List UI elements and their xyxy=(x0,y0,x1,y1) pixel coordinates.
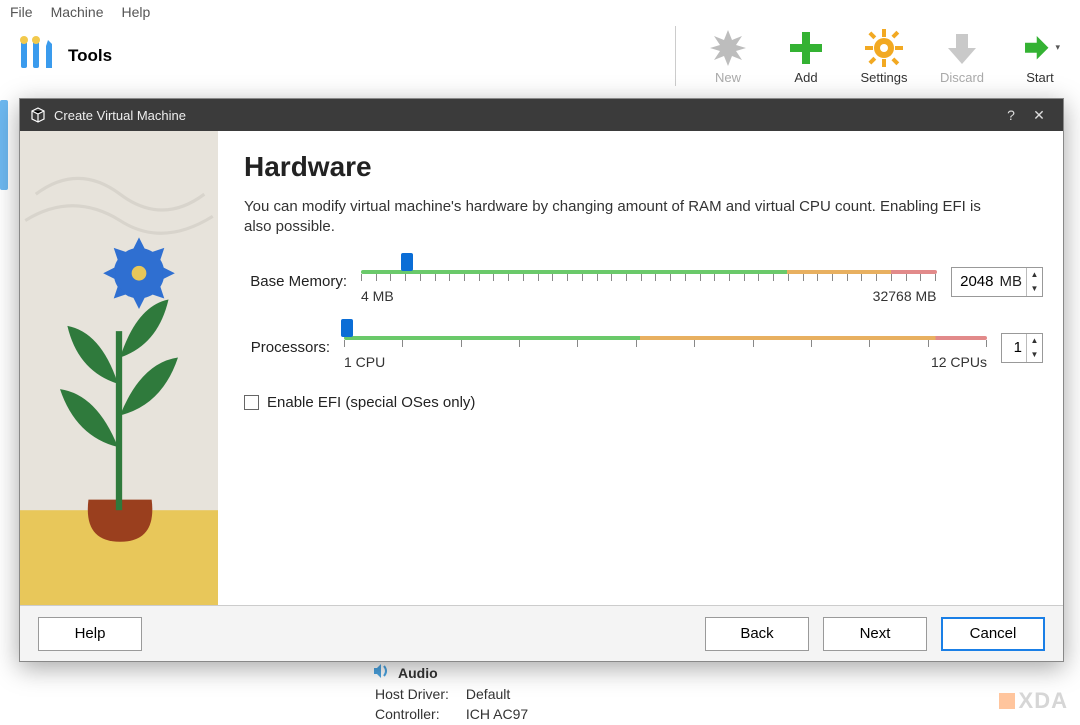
watermark-icon xyxy=(999,693,1015,709)
cpu-min: 1 CPU xyxy=(344,354,385,370)
new-button[interactable]: New xyxy=(698,28,758,85)
memory-min: 4 MB xyxy=(361,288,394,304)
discard-label: Discard xyxy=(940,70,984,85)
cpu-label: Processors: xyxy=(244,339,330,356)
wizard-illustration xyxy=(20,131,218,605)
cpu-input[interactable] xyxy=(1002,334,1026,362)
menubar: File Machine Help xyxy=(0,0,1080,24)
toolbar-separator xyxy=(675,26,676,86)
memory-unit: MB xyxy=(998,273,1027,290)
efi-row[interactable]: Enable EFI (special OSes only) xyxy=(244,394,1043,411)
speaker-icon xyxy=(372,662,390,683)
cancel-button[interactable]: Cancel xyxy=(941,617,1045,651)
page-description: You can modify virtual machine's hardwar… xyxy=(244,197,1004,238)
memory-slider-thumb[interactable] xyxy=(401,253,413,271)
cpu-row: Processors: 1 CPU 12 CPUs ▲▼ xyxy=(244,326,1043,370)
memory-down[interactable]: ▼ xyxy=(1027,282,1042,296)
close-icon[interactable]: ✕ xyxy=(1025,107,1053,124)
settings-button[interactable]: Settings xyxy=(854,28,914,85)
add-label: Add xyxy=(794,70,817,85)
help-button[interactable]: Help xyxy=(38,617,142,651)
background-details: Audio Host Driver:Default Controller:ICH… xyxy=(372,662,531,725)
menu-machine[interactable]: Machine xyxy=(51,4,104,20)
tools-label: Tools xyxy=(68,46,112,66)
plus-icon xyxy=(786,28,826,68)
memory-label: Base Memory: xyxy=(244,273,347,290)
menu-file[interactable]: File xyxy=(10,4,33,20)
dialog-button-bar: Help Back Next Cancel xyxy=(20,605,1063,661)
efi-checkbox[interactable] xyxy=(244,395,259,410)
cpu-down[interactable]: ▼ xyxy=(1027,348,1042,362)
settings-label: Settings xyxy=(861,70,908,85)
cpu-slider[interactable]: 1 CPU 12 CPUs xyxy=(344,326,987,370)
main-toolbar: Tools New Add Settings Discard ▾ Start xyxy=(0,24,1080,86)
audio-section-title: Audio xyxy=(398,665,438,681)
memory-spinbox[interactable]: MB ▲▼ xyxy=(951,267,1044,297)
create-vm-dialog: Create Virtual Machine ? ✕ xyxy=(19,98,1064,662)
memory-up[interactable]: ▲ xyxy=(1027,268,1042,282)
tools-icon xyxy=(14,32,58,81)
gear-icon xyxy=(864,28,904,68)
audio-details-table: Host Driver:Default Controller:ICH AC97 xyxy=(372,683,531,725)
tools-button[interactable]: Tools xyxy=(14,32,112,81)
cpu-max: 12 CPUs xyxy=(931,354,987,370)
efi-label: Enable EFI (special OSes only) xyxy=(267,394,475,411)
start-button[interactable]: ▾ Start xyxy=(1010,28,1070,85)
memory-slider[interactable]: 4 MB 32768 MB xyxy=(361,260,937,304)
start-arrow-icon: ▾ xyxy=(1020,28,1060,68)
dialog-title: Create Virtual Machine xyxy=(54,108,186,123)
down-arrow-icon xyxy=(942,28,982,68)
cpu-slider-thumb[interactable] xyxy=(341,319,353,337)
memory-max: 32768 MB xyxy=(873,288,937,304)
add-button[interactable]: Add xyxy=(776,28,836,85)
sidebar-selection xyxy=(0,100,8,190)
discard-button[interactable]: Discard xyxy=(932,28,992,85)
memory-row: Base Memory: 4 MB 32768 MB MB ▲▼ xyxy=(244,260,1043,304)
cpu-spinbox[interactable]: ▲▼ xyxy=(1001,333,1043,363)
dialog-content: Hardware You can modify virtual machine'… xyxy=(218,131,1063,605)
next-button[interactable]: Next xyxy=(823,617,927,651)
menu-help[interactable]: Help xyxy=(121,4,150,20)
memory-input[interactable] xyxy=(952,268,998,296)
start-label: Start xyxy=(1026,70,1053,85)
starburst-icon xyxy=(708,28,748,68)
cpu-up[interactable]: ▲ xyxy=(1027,334,1042,348)
new-label: New xyxy=(715,70,741,85)
vm-cube-icon xyxy=(30,107,46,123)
help-icon[interactable]: ? xyxy=(997,107,1025,123)
dialog-titlebar[interactable]: Create Virtual Machine ? ✕ xyxy=(20,99,1063,131)
back-button[interactable]: Back xyxy=(705,617,809,651)
watermark: XDA xyxy=(999,688,1068,714)
page-heading: Hardware xyxy=(244,151,1043,183)
